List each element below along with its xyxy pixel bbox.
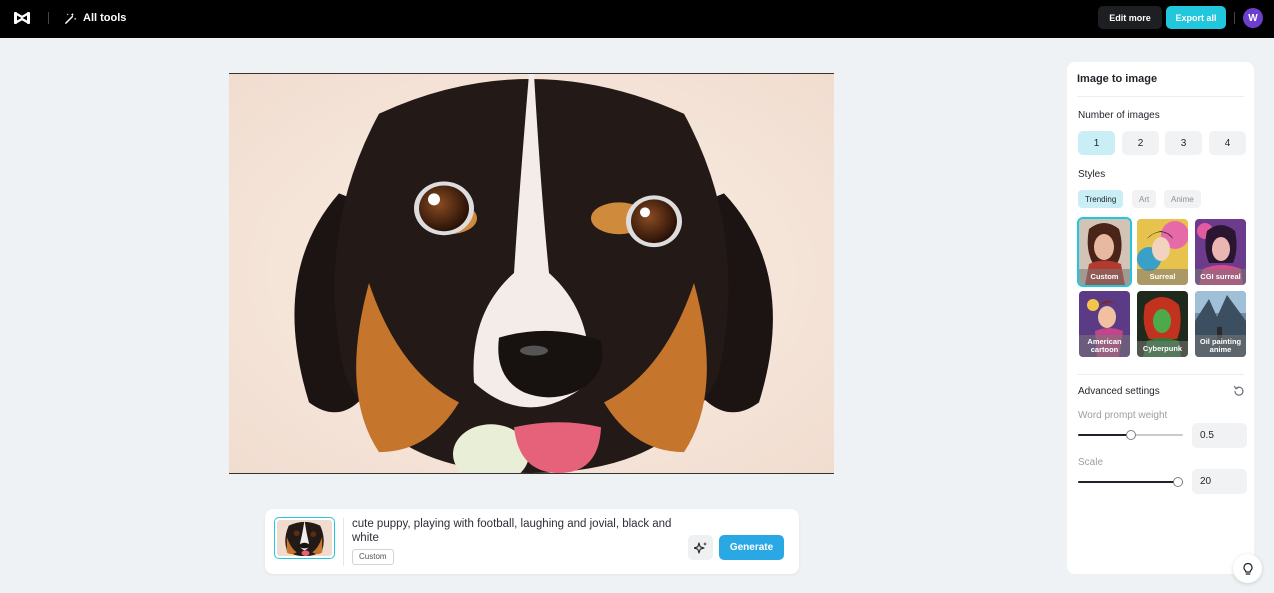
style-card-label: CGI surreal — [1195, 269, 1246, 285]
settings-panel: Image to image Number of images 1 2 3 4 … — [1067, 62, 1254, 574]
word-prompt-weight-input[interactable]: 0.5 — [1192, 423, 1247, 448]
slider-fill — [1078, 481, 1183, 483]
edit-more-button[interactable]: Edit more — [1098, 6, 1162, 29]
help-button[interactable] — [1233, 554, 1262, 583]
styles-label: Styles — [1078, 169, 1106, 180]
panel-title: Image to image — [1077, 73, 1158, 85]
style-card-label: Custom — [1079, 269, 1130, 285]
generated-image-canvas[interactable] — [229, 73, 834, 474]
capcut-logo-icon[interactable] — [12, 8, 32, 28]
style-card-label: Surreal — [1137, 269, 1188, 285]
reset-icon[interactable] — [1233, 385, 1245, 397]
word-prompt-weight-slider[interactable] — [1078, 429, 1183, 441]
topbar-divider — [48, 12, 49, 24]
number-option-3[interactable]: 3 — [1165, 131, 1202, 155]
style-tab-anime[interactable]: Anime — [1164, 190, 1201, 208]
style-card-label: Cyberpunk — [1137, 341, 1188, 357]
top-bar: All tools Edit more Export all W — [0, 0, 1274, 38]
all-tools-label: All tools — [83, 12, 127, 24]
prompt-divider — [343, 518, 344, 566]
style-card-cyberpunk[interactable]: Cyberpunk — [1137, 291, 1188, 357]
prompt-bar: cute puppy, playing with football, laugh… — [265, 509, 799, 574]
advanced-settings-label: Advanced settings — [1078, 386, 1160, 397]
slider-handle[interactable] — [1173, 477, 1183, 487]
all-tools-button[interactable]: All tools — [64, 9, 126, 27]
number-of-images-label: Number of images — [1078, 110, 1160, 121]
number-option-1[interactable]: 1 — [1078, 131, 1115, 155]
puppy-thumbnail-image — [277, 520, 332, 556]
style-card-cgi-surreal[interactable]: CGI surreal — [1195, 219, 1246, 285]
word-prompt-weight-label: Word prompt weight — [1078, 410, 1168, 421]
style-tab-art[interactable]: Art — [1132, 190, 1157, 208]
style-tag-badge: Custom — [352, 549, 394, 565]
panel-divider-advanced — [1077, 374, 1244, 375]
sparkle-icon — [693, 541, 707, 554]
slider-fill — [1078, 434, 1131, 436]
reference-image-thumbnail[interactable] — [274, 517, 335, 559]
style-card-oil-painting-anime[interactable]: Oil painting anime — [1195, 291, 1246, 357]
scale-label: Scale — [1078, 457, 1104, 468]
generate-button[interactable]: Generate — [719, 535, 784, 560]
topbar-divider-right — [1234, 12, 1235, 24]
lightbulb-icon — [1242, 562, 1253, 575]
style-card-label: American cartoon — [1079, 335, 1130, 357]
slider-handle[interactable] — [1125, 430, 1136, 440]
enhance-prompt-button[interactable] — [688, 535, 713, 560]
magic-wand-icon — [65, 12, 77, 24]
number-option-4[interactable]: 4 — [1209, 131, 1246, 155]
export-all-button[interactable]: Export all — [1166, 6, 1226, 29]
style-card-american-cartoon[interactable]: American cartoon — [1079, 291, 1130, 357]
style-card-surreal[interactable]: Surreal — [1137, 219, 1188, 285]
avatar[interactable]: W — [1243, 8, 1263, 28]
style-card-label: Oil painting anime — [1195, 335, 1246, 357]
number-option-2[interactable]: 2 — [1122, 131, 1159, 155]
scale-slider[interactable] — [1078, 476, 1183, 488]
style-card-custom[interactable]: Custom — [1077, 217, 1132, 287]
style-tab-trending[interactable]: Trending — [1078, 190, 1124, 208]
puppy-image — [229, 74, 834, 473]
prompt-input[interactable]: cute puppy, playing with football, laugh… — [352, 517, 672, 545]
scale-input[interactable]: 20 — [1192, 469, 1247, 494]
panel-divider — [1077, 96, 1244, 97]
